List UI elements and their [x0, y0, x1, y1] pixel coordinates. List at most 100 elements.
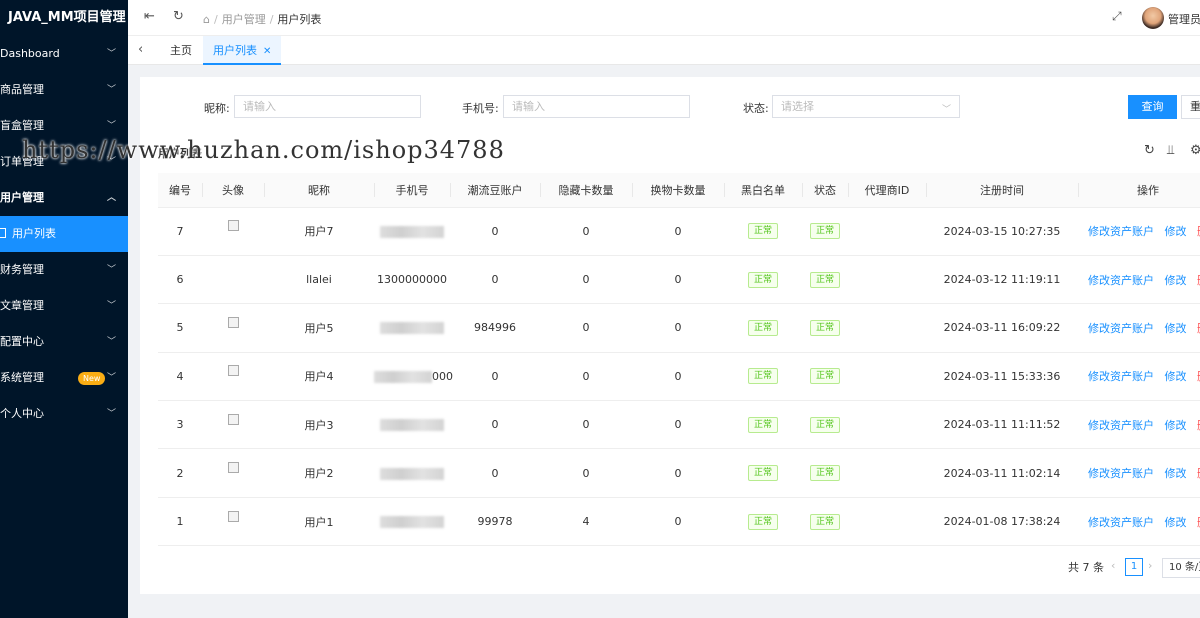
sidebar-item[interactable]: Dashboard ﹀ [0, 36, 128, 72]
tabs-scroll-left-icon[interactable]: ‹ [138, 42, 143, 57]
home-icon[interactable]: ⌂ [203, 13, 210, 26]
column-height-icon[interactable]: ⫫ [1167, 143, 1174, 158]
beans-balance: 99978 [477, 515, 513, 529]
refresh-icon[interactable]: ↻ [1144, 143, 1155, 158]
edit-asset-link[interactable]: 修改资产账户 [1088, 370, 1154, 383]
sidebar-item-label: 个人中心 [0, 407, 44, 420]
status-badge: 正常 [809, 465, 840, 482]
edit-link[interactable]: 修改 [1165, 274, 1187, 287]
chevron-icon: ﹀ [106, 301, 116, 311]
status-badge: 正常 [809, 223, 840, 240]
edit-asset-link[interactable]: 修改资产账户 [1088, 419, 1154, 432]
edit-asset-link[interactable]: 修改资产账户 [1088, 274, 1154, 287]
sidebar-item[interactable]: 系统管理 New ﹀ [0, 360, 128, 396]
top-bar: ⇤ ↻ ⌂ / 用户管理 / 用户列表 ⤢ 管理员 [128, 0, 1200, 36]
edit-asset-link[interactable]: 修改资产账户 [1088, 516, 1154, 529]
hidden-card-count: 4 [582, 515, 590, 529]
masked-phone [380, 225, 444, 238]
status-select[interactable]: 请选择 ﹀ [772, 95, 960, 118]
edit-link[interactable]: 修改 [1165, 225, 1187, 238]
hidden-card-count: 0 [582, 321, 590, 335]
sidebar-item-label: 财务管理 [0, 263, 44, 276]
register-time: 2024-03-11 11:11:52 [943, 418, 1061, 432]
sidebar-item[interactable]: 个人中心 ﹀ [0, 396, 128, 432]
hidden-card-count: 0 [582, 466, 590, 480]
fullscreen-icon[interactable]: ⤢ [1112, 9, 1122, 24]
sidebar-item-label: 系统管理 [0, 371, 44, 384]
chevron-icon: ﹀ [106, 85, 116, 95]
edit-link[interactable]: 修改 [1165, 370, 1187, 383]
edit-link[interactable]: 修改 [1165, 419, 1187, 432]
query-button[interactable]: 查询 [1128, 95, 1177, 119]
edit-link[interactable]: 修改 [1165, 516, 1187, 529]
register-time: 2024-03-11 15:33:36 [943, 369, 1061, 383]
close-icon[interactable]: ✕ [263, 46, 271, 57]
page-number[interactable]: 1 [1125, 558, 1143, 576]
user-nickname: 用户2 [304, 467, 334, 481]
sidebar-item-label: 配置中心 [0, 335, 44, 348]
column-header: 代理商ID [848, 173, 926, 208]
user-id: 7 [176, 224, 184, 238]
phone-input[interactable] [503, 95, 690, 118]
breadcrumb-item[interactable]: 用户管理 [222, 13, 266, 26]
table-row: 2 用户2 0 0 0 正常 正常 2024-03-11 11:02:14 修改资产账户 修改 … [158, 448, 1200, 498]
sidebar-item[interactable]: 商品管理 ﹀ [0, 72, 128, 108]
masked-phone [380, 419, 444, 432]
broken-image-icon [227, 316, 239, 328]
status-badge: 正常 [809, 416, 840, 433]
phone-label: 手机号: [462, 102, 499, 115]
page-size-select[interactable]: 10 条/页 [1162, 558, 1200, 578]
sidebar-item[interactable]: 用户列表 [0, 216, 128, 252]
broken-image-icon [227, 413, 239, 425]
user-id: 6 [176, 273, 184, 287]
reset-button[interactable]: 重置 [1181, 95, 1200, 119]
edit-asset-link[interactable]: 修改资产账户 [1088, 225, 1154, 238]
broken-image-icon [227, 220, 239, 232]
sidebar-menu: Dashboard ﹀ 商品管理 ﹀ 盲盒管理 ﹀ 订单管理 ﹀ 用户管理 ︿ 用户列表 财务管理 ﹀ 文… [0, 36, 128, 432]
pagination-total: 共 7 条 [1068, 561, 1104, 574]
sidebar-item[interactable]: 用户管理 ︿ [0, 180, 128, 216]
table-row: 6 llalei 1300000000 0 0 0 正常 正常 2024-03-12 11:19… [158, 255, 1200, 305]
list-status-badge: 正常 [747, 416, 778, 433]
edit-asset-link[interactable]: 修改资产账户 [1088, 467, 1154, 480]
masked-phone [380, 322, 444, 335]
user-id: 1 [176, 515, 184, 529]
user-nickname: 用户7 [304, 225, 334, 239]
register-time: 2024-03-11 16:09:22 [943, 321, 1061, 335]
table-row: 3 用户3 0 0 0 正常 正常 2024-03-11 11:11:52 修改资产账户 修改 … [158, 400, 1200, 450]
hidden-card-count: 0 [582, 273, 590, 287]
settings-icon[interactable]: ⚙ [1190, 143, 1200, 158]
hidden-card-count: 0 [582, 418, 590, 432]
column-header: 头像 [202, 173, 264, 208]
sidebar-item-label: 盲盒管理 [0, 119, 44, 132]
swap-card-count: 0 [674, 224, 682, 238]
edit-asset-link[interactable]: 修改资产账户 [1088, 322, 1154, 335]
tab-user-list[interactable]: 用户列表 ✕ [203, 36, 282, 65]
menu-fold-icon[interactable]: ⇤ [144, 9, 155, 24]
app-logo-title: JAVA_MM项目管理 [8, 10, 126, 25]
list-status-badge: 正常 [747, 319, 778, 336]
user-name[interactable]: 管理员 [1168, 11, 1200, 27]
swap-card-count: 0 [674, 321, 682, 335]
sidebar-item[interactable]: 财务管理 ﹀ [0, 252, 128, 288]
edit-link[interactable]: 修改 [1165, 467, 1187, 480]
nickname-input[interactable] [234, 95, 421, 118]
chevron-icon: ﹀ [106, 49, 116, 59]
sidebar-item[interactable]: 文章管理 ﹀ [0, 288, 128, 324]
column-header: 昵称 [264, 173, 374, 208]
edit-link[interactable]: 修改 [1165, 322, 1187, 335]
user-id: 2 [176, 466, 184, 480]
register-time: 2024-03-11 11:02:14 [943, 466, 1061, 480]
next-page-icon[interactable]: › [1148, 559, 1152, 572]
sidebar-item-label: 用户列表 [12, 227, 56, 240]
user-phone: 000 [432, 369, 453, 383]
broken-image-icon [227, 365, 239, 377]
refresh-icon[interactable]: ↻ [173, 9, 184, 24]
avatar[interactable] [1142, 7, 1164, 29]
tab-home[interactable]: 主页 [160, 36, 202, 65]
table-row: 1 用户1 99978 4 0 正常 正常 2024-01-08 17:38:24 修改资产账户… [158, 497, 1200, 547]
chevron-icon: ﹀ [106, 265, 116, 275]
prev-page-icon[interactable]: ‹ [1111, 559, 1115, 572]
sidebar-item[interactable]: 配置中心 ﹀ [0, 324, 128, 360]
chevron-down-icon: ﹀ [941, 105, 951, 115]
